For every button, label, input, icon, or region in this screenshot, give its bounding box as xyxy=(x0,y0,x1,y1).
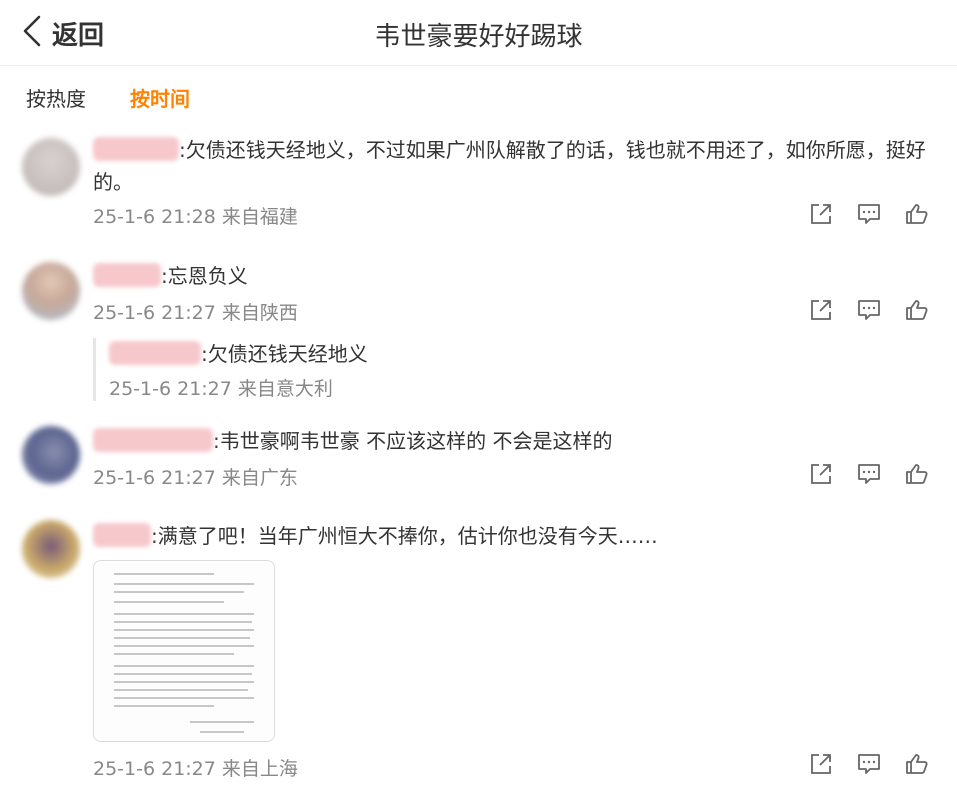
comment-icon[interactable] xyxy=(857,298,881,322)
username-redacted[interactable] xyxy=(93,523,151,547)
username-redacted[interactable] xyxy=(109,341,201,365)
share-icon[interactable] xyxy=(809,202,833,226)
share-icon[interactable] xyxy=(809,752,833,776)
comment-actions xyxy=(785,462,929,486)
comment-actions xyxy=(785,202,929,226)
username-redacted[interactable] xyxy=(93,263,161,287)
page-title: 韦世豪要好好踢球 xyxy=(374,22,583,52)
tab-sort-by-time[interactable]: 按时间 xyxy=(130,83,190,112)
comment-icon[interactable] xyxy=(857,752,881,776)
comment-icon[interactable] xyxy=(857,202,881,226)
comment-meta: 25-1-6 21:27 来自广东 xyxy=(93,467,298,489)
share-icon[interactable] xyxy=(809,298,833,322)
comment-text: :韦世豪啊韦世豪 不应该这样的 不会是这样的 xyxy=(93,425,927,457)
username-redacted[interactable] xyxy=(93,428,213,452)
comment-meta: 25-1-6 21:28 来自福建 xyxy=(93,206,298,228)
comment-text: :忘恩负义 xyxy=(93,260,927,292)
like-icon[interactable] xyxy=(905,462,929,486)
like-icon[interactable] xyxy=(905,298,929,322)
comment-item: :忘恩负义 25-1-6 21:27 来自陕西 :欠债还钱天经地义 25-1-6… xyxy=(0,258,957,408)
comment-meta: 25-1-6 21:27 来自上海 xyxy=(93,758,298,780)
comment-text: :欠债还钱天经地义，不过如果广州队解散了的话，钱也就不用还了，如你所愿，挺好的。 xyxy=(93,137,926,194)
avatar[interactable] xyxy=(22,520,80,578)
comment-meta: 25-1-6 21:27 来自陕西 xyxy=(93,302,298,324)
share-icon[interactable] xyxy=(809,462,833,486)
comment-image-thumbnail[interactable] xyxy=(93,560,275,742)
like-icon[interactable] xyxy=(905,202,929,226)
reply-item: :欠债还钱天经地义 25-1-6 21:27 来自意大利 xyxy=(93,338,493,401)
sort-tabs: 按热度 按时间 xyxy=(26,82,234,112)
top-bar: 返回 韦世豪要好好踢球 xyxy=(0,0,957,66)
comment-icon[interactable] xyxy=(857,462,881,486)
tab-sort-by-hot[interactable]: 按热度 xyxy=(26,83,86,112)
comment-actions xyxy=(785,298,929,322)
reply-meta: 25-1-6 21:27 来自意大利 xyxy=(109,378,333,400)
avatar[interactable] xyxy=(22,426,80,484)
comment-text: :满意了吧！当年广州恒大不捧你，估计你也没有今天…… xyxy=(93,520,927,552)
comment-item: :欠债还钱天经地义，不过如果广州队解散了的话，钱也就不用还了，如你所愿，挺好的。… xyxy=(0,130,957,240)
reply-text: :欠债还钱天经地义 xyxy=(109,338,493,370)
avatar[interactable] xyxy=(22,262,80,320)
username-redacted[interactable] xyxy=(93,137,179,161)
avatar[interactable] xyxy=(22,138,80,196)
comment-item: :韦世豪啊韦世豪 不应该这样的 不会是这样的 25-1-6 21:27 来自广东 xyxy=(0,424,957,504)
like-icon[interactable] xyxy=(905,752,929,776)
comment-actions xyxy=(785,752,929,776)
